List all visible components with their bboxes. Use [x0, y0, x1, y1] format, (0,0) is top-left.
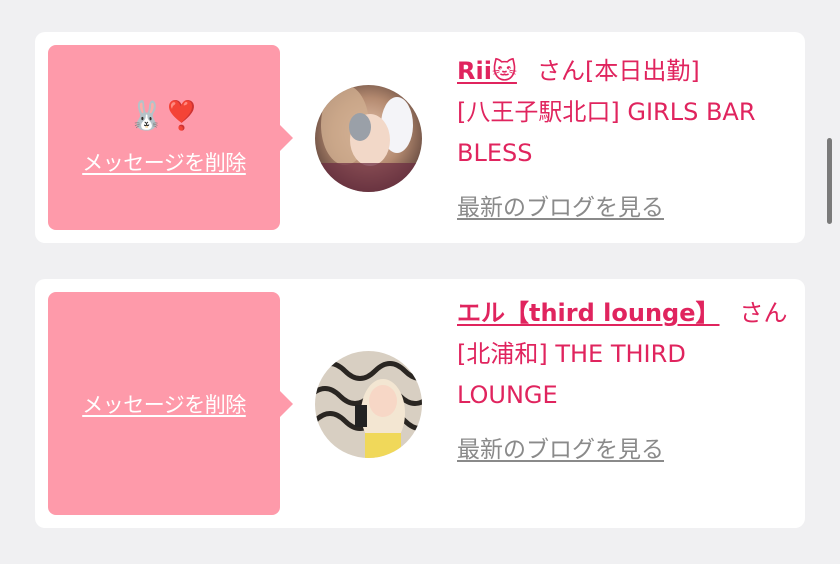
delete-message-link[interactable]: メッセージを削除 — [82, 147, 246, 177]
avatar-photo — [315, 85, 422, 192]
latest-blog-link[interactable]: 最新のブログを見る — [457, 188, 664, 229]
avatar[interactable] — [315, 85, 422, 192]
scrollbar[interactable] — [827, 138, 832, 224]
message-bubble: 🐰❣️ メッセージを削除 — [48, 45, 293, 230]
message-bubble: メッセージを削除 — [48, 292, 293, 515]
shop-info: [北浦和] THE THIRD LOUNGE — [457, 340, 686, 409]
sender-name[interactable]: Rii🐱 — [457, 57, 517, 85]
avatar-photo — [315, 351, 422, 458]
message-info: Rii🐱 さん[本日出勤] [八王子駅北口] GIRLS BAR BLESS 最新… — [457, 51, 792, 229]
honorific: さん — [536, 57, 585, 85]
message-emoji: 🐰❣️ — [129, 98, 199, 132]
sender-name[interactable]: エル【third lounge】 — [457, 299, 720, 327]
message-card: メッセージを削除 エル【third lounge】 さん [北浦和] THE TH… — [35, 279, 805, 528]
message-info: エル【third lounge】 さん [北浦和] THE THIRD LOUNG… — [457, 293, 792, 471]
honorific: さん — [739, 299, 788, 327]
latest-blog-link[interactable]: 最新のブログを見る — [457, 430, 664, 471]
shop-info: [八王子駅北口] GIRLS BAR BLESS — [457, 98, 756, 167]
delete-message-link[interactable]: メッセージを削除 — [82, 389, 246, 419]
avatar[interactable] — [315, 351, 422, 458]
message-card: 🐰❣️ メッセージを削除 Rii🐱 さん[本日出勤] [八王子駅北口] GIRLS… — [35, 32, 805, 243]
work-status: [本日出勤] — [584, 57, 700, 85]
